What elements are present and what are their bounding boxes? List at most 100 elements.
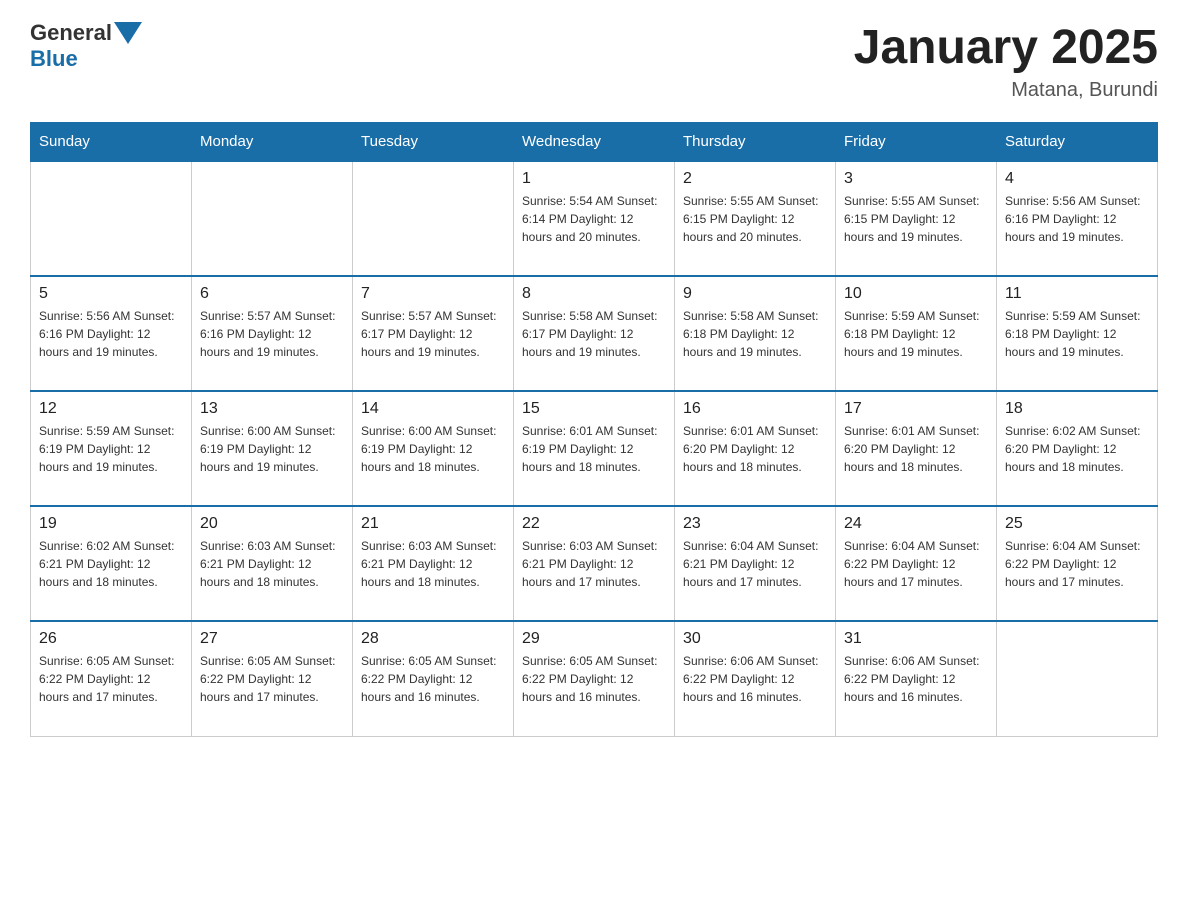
day-number: 31: [844, 630, 988, 648]
day-info: Sunrise: 6:02 AM Sunset: 6:21 PM Dayligh…: [39, 537, 183, 591]
day-number: 17: [844, 400, 988, 418]
calendar-subtitle: Matana, Burundi: [854, 79, 1158, 102]
calendar-header-row: SundayMondayTuesdayWednesdayThursdayFrid…: [31, 123, 1158, 162]
day-info: Sunrise: 5:55 AM Sunset: 6:15 PM Dayligh…: [683, 192, 827, 246]
table-row: 23 Sunrise: 6:04 AM Sunset: 6:21 PM Dayli…: [675, 506, 836, 621]
table-row: 14 Sunrise: 6:00 AM Sunset: 6:19 PM Dayli…: [353, 391, 514, 506]
week-row-5: 26 Sunrise: 6:05 AM Sunset: 6:22 PM Dayli…: [31, 621, 1158, 736]
day-number: 24: [844, 515, 988, 533]
table-row: 21Sunrise: 6:03 AM Sunset: 6:21 PM Dayli…: [353, 506, 514, 621]
week-row-4: 19 Sunrise: 6:02 AM Sunset: 6:21 PM Dayli…: [31, 506, 1158, 621]
day-info: Sunrise: 6:05 AM Sunset: 6:22 PM Dayligh…: [522, 652, 666, 706]
day-number: 19: [39, 515, 183, 533]
week-row-2: 5 Sunrise: 5:56 AM Sunset: 6:16 PM Daylig…: [31, 276, 1158, 391]
table-row: 10 Sunrise: 5:59 AM Sunset: 6:18 PM Dayli…: [836, 276, 997, 391]
logo-triangle-icon: [114, 22, 142, 44]
table-row: 24Sunrise: 6:04 AM Sunset: 6:22 PM Dayli…: [836, 506, 997, 621]
table-row: 16 Sunrise: 6:01 AM Sunset: 6:20 PM Dayli…: [675, 391, 836, 506]
day-info: Sunrise: 5:56 AM Sunset: 6:16 PM Dayligh…: [1005, 192, 1149, 246]
week-row-1: 1Sunrise: 5:54 AM Sunset: 6:14 PM Daylig…: [31, 161, 1158, 276]
day-info: Sunrise: 5:58 AM Sunset: 6:18 PM Dayligh…: [683, 307, 827, 361]
table-row: 9 Sunrise: 5:58 AM Sunset: 6:18 PM Daylig…: [675, 276, 836, 391]
day-info: Sunrise: 6:04 AM Sunset: 6:22 PM Dayligh…: [1005, 537, 1149, 591]
table-row: 18 Sunrise: 6:02 AM Sunset: 6:20 PM Dayli…: [997, 391, 1158, 506]
day-info: Sunrise: 6:02 AM Sunset: 6:20 PM Dayligh…: [1005, 422, 1149, 476]
day-info: Sunrise: 6:00 AM Sunset: 6:19 PM Dayligh…: [200, 422, 344, 476]
day-info: Sunrise: 6:00 AM Sunset: 6:19 PM Dayligh…: [361, 422, 505, 476]
day-info: Sunrise: 6:06 AM Sunset: 6:22 PM Dayligh…: [844, 652, 988, 706]
day-number: 1: [522, 170, 666, 188]
table-row: 15 Sunrise: 6:01 AM Sunset: 6:19 PM Dayli…: [514, 391, 675, 506]
day-number: 10: [844, 285, 988, 303]
header-thursday: Thursday: [675, 123, 836, 162]
table-row: 3Sunrise: 5:55 AM Sunset: 6:15 PM Daylig…: [836, 161, 997, 276]
day-number: 25: [1005, 515, 1149, 533]
day-info: Sunrise: 6:01 AM Sunset: 6:20 PM Dayligh…: [683, 422, 827, 476]
day-info: Sunrise: 6:01 AM Sunset: 6:19 PM Dayligh…: [522, 422, 666, 476]
table-row: 8Sunrise: 5:58 AM Sunset: 6:17 PM Daylig…: [514, 276, 675, 391]
table-row: 11 Sunrise: 5:59 AM Sunset: 6:18 PM Dayli…: [997, 276, 1158, 391]
day-info: Sunrise: 6:05 AM Sunset: 6:22 PM Dayligh…: [361, 652, 505, 706]
day-number: 28: [361, 630, 505, 648]
table-row: 1Sunrise: 5:54 AM Sunset: 6:14 PM Daylig…: [514, 161, 675, 276]
table-row: 13Sunrise: 6:00 AM Sunset: 6:19 PM Dayli…: [192, 391, 353, 506]
page-header: General Blue January 2025 Matana, Burund…: [30, 20, 1158, 102]
day-number: 2: [683, 170, 827, 188]
table-row: [192, 161, 353, 276]
header-friday: Friday: [836, 123, 997, 162]
day-info: Sunrise: 5:59 AM Sunset: 6:18 PM Dayligh…: [1005, 307, 1149, 361]
day-number: 7: [361, 285, 505, 303]
day-number: 22: [522, 515, 666, 533]
table-row: 7 Sunrise: 5:57 AM Sunset: 6:17 PM Daylig…: [353, 276, 514, 391]
title-area: January 2025 Matana, Burundi: [854, 20, 1158, 102]
table-row: 22 Sunrise: 6:03 AM Sunset: 6:21 PM Dayli…: [514, 506, 675, 621]
day-info: Sunrise: 6:01 AM Sunset: 6:20 PM Dayligh…: [844, 422, 988, 476]
day-number: 15: [522, 400, 666, 418]
day-number: 14: [361, 400, 505, 418]
day-info: Sunrise: 5:55 AM Sunset: 6:15 PM Dayligh…: [844, 192, 988, 246]
table-row: 27 Sunrise: 6:05 AM Sunset: 6:22 PM Dayli…: [192, 621, 353, 736]
table-row: 12Sunrise: 5:59 AM Sunset: 6:19 PM Dayli…: [31, 391, 192, 506]
table-row: [31, 161, 192, 276]
day-number: 11: [1005, 285, 1149, 303]
table-row: [997, 621, 1158, 736]
table-row: 6 Sunrise: 5:57 AM Sunset: 6:16 PM Daylig…: [192, 276, 353, 391]
header-tuesday: Tuesday: [353, 123, 514, 162]
day-number: 8: [522, 285, 666, 303]
calendar-title: January 2025: [854, 20, 1158, 75]
day-info: Sunrise: 5:57 AM Sunset: 6:17 PM Dayligh…: [361, 307, 505, 361]
table-row: [353, 161, 514, 276]
day-number: 16: [683, 400, 827, 418]
table-row: 29 Sunrise: 6:05 AM Sunset: 6:22 PM Dayli…: [514, 621, 675, 736]
day-info: Sunrise: 6:03 AM Sunset: 6:21 PM Dayligh…: [200, 537, 344, 591]
day-number: 26: [39, 630, 183, 648]
day-number: 5: [39, 285, 183, 303]
day-info: Sunrise: 6:03 AM Sunset: 6:21 PM Dayligh…: [522, 537, 666, 591]
table-row: 20Sunrise: 6:03 AM Sunset: 6:21 PM Dayli…: [192, 506, 353, 621]
day-number: 30: [683, 630, 827, 648]
day-number: 4: [1005, 170, 1149, 188]
day-number: 6: [200, 285, 344, 303]
table-row: 28 Sunrise: 6:05 AM Sunset: 6:22 PM Dayli…: [353, 621, 514, 736]
day-number: 27: [200, 630, 344, 648]
day-info: Sunrise: 6:05 AM Sunset: 6:22 PM Dayligh…: [39, 652, 183, 706]
week-row-3: 12Sunrise: 5:59 AM Sunset: 6:19 PM Dayli…: [31, 391, 1158, 506]
day-info: Sunrise: 5:59 AM Sunset: 6:18 PM Dayligh…: [844, 307, 988, 361]
day-info: Sunrise: 6:06 AM Sunset: 6:22 PM Dayligh…: [683, 652, 827, 706]
day-info: Sunrise: 6:05 AM Sunset: 6:22 PM Dayligh…: [200, 652, 344, 706]
table-row: 2 Sunrise: 5:55 AM Sunset: 6:15 PM Daylig…: [675, 161, 836, 276]
logo-general-text: General: [30, 20, 112, 46]
table-row: 5 Sunrise: 5:56 AM Sunset: 6:16 PM Daylig…: [31, 276, 192, 391]
day-number: 9: [683, 285, 827, 303]
day-number: 18: [1005, 400, 1149, 418]
day-number: 29: [522, 630, 666, 648]
day-number: 12: [39, 400, 183, 418]
table-row: 4 Sunrise: 5:56 AM Sunset: 6:16 PM Daylig…: [997, 161, 1158, 276]
table-row: 25 Sunrise: 6:04 AM Sunset: 6:22 PM Dayli…: [997, 506, 1158, 621]
day-info: Sunrise: 5:57 AM Sunset: 6:16 PM Dayligh…: [200, 307, 344, 361]
day-number: 23: [683, 515, 827, 533]
day-info: Sunrise: 6:04 AM Sunset: 6:21 PM Dayligh…: [683, 537, 827, 591]
day-info: Sunrise: 5:56 AM Sunset: 6:16 PM Dayligh…: [39, 307, 183, 361]
table-row: 19 Sunrise: 6:02 AM Sunset: 6:21 PM Dayli…: [31, 506, 192, 621]
table-row: 26 Sunrise: 6:05 AM Sunset: 6:22 PM Dayli…: [31, 621, 192, 736]
